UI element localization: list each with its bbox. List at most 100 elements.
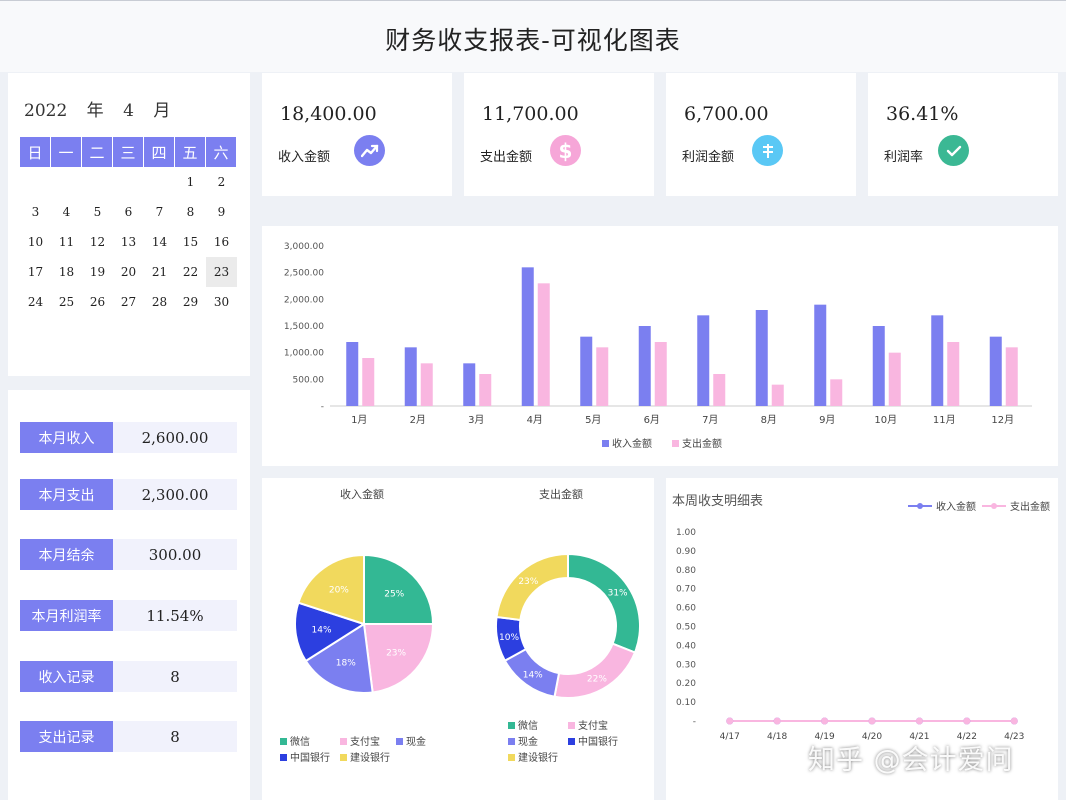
- income-bar[interactable]: [814, 304, 827, 406]
- income-bar[interactable]: [404, 347, 417, 406]
- income-bar[interactable]: [697, 315, 710, 406]
- slice-label: 22%: [587, 675, 607, 685]
- calendar-day[interactable]: 11: [51, 227, 82, 257]
- pie-title: 收入金额: [340, 487, 384, 501]
- calendar-day[interactable]: 5: [82, 197, 113, 227]
- y-tick-label: 0.60: [676, 604, 696, 614]
- calendar-day[interactable]: 24: [20, 287, 51, 317]
- calendar-day[interactable]: 4: [51, 197, 82, 227]
- kpi-label: 利润率: [884, 150, 924, 165]
- line-point[interactable]: [773, 717, 781, 725]
- slice-label: 23%: [518, 577, 538, 587]
- calendar-day[interactable]: 17: [20, 257, 51, 287]
- calendar-day[interactable]: 21: [144, 257, 175, 287]
- calendar-day[interactable]: 26: [82, 287, 113, 317]
- pie-slice[interactable]: [553, 642, 637, 699]
- calendar-day[interactable]: 2: [206, 167, 237, 197]
- expense-bar[interactable]: [830, 379, 843, 406]
- calendar-day[interactable]: 19: [82, 257, 113, 287]
- y-tick-label: 500.00: [293, 375, 325, 385]
- line-point[interactable]: [821, 717, 829, 725]
- x-tick-label: 12月: [991, 414, 1014, 426]
- line-point[interactable]: [915, 717, 923, 725]
- watermark-text: 知乎 @会计爱问: [808, 745, 1014, 776]
- calendar-day[interactable]: 6: [113, 197, 144, 227]
- legend-label: 支付宝: [350, 735, 380, 748]
- calendar-day[interactable]: 23: [206, 257, 237, 287]
- x-tick-label: 4/17: [720, 732, 740, 742]
- expense-bar[interactable]: [479, 374, 492, 406]
- expense-bar[interactable]: [537, 283, 550, 406]
- income-bar[interactable]: [931, 315, 944, 406]
- calendar-day[interactable]: 7: [144, 197, 175, 227]
- income-bar[interactable]: [580, 336, 593, 406]
- calendar-weekday: 六: [206, 137, 237, 167]
- line-point[interactable]: [726, 717, 734, 725]
- calendar-day[interactable]: 18: [51, 257, 82, 287]
- expense-bar[interactable]: [596, 347, 609, 406]
- calendar-day[interactable]: 3: [20, 197, 51, 227]
- calendar-day[interactable]: 16: [206, 227, 237, 257]
- legend-label: 收入金额: [936, 500, 976, 513]
- expense-bar[interactable]: [654, 342, 667, 406]
- calendar-day[interactable]: 15: [175, 227, 206, 257]
- income-bar[interactable]: [463, 363, 476, 406]
- income-bar[interactable]: [872, 326, 885, 406]
- income-bar[interactable]: [521, 267, 534, 406]
- calendar-day[interactable]: 8: [175, 197, 206, 227]
- expense-bar[interactable]: [420, 363, 433, 406]
- calendar-day[interactable]: 25: [51, 287, 82, 317]
- expense-bar[interactable]: [947, 342, 960, 406]
- calendar-empty-day: [82, 167, 113, 197]
- expense-bar[interactable]: [713, 374, 726, 406]
- calendar-day[interactable]: 9: [206, 197, 237, 227]
- line-point[interactable]: [963, 717, 971, 725]
- x-tick-label: 4月: [527, 414, 543, 426]
- legend-label: 微信: [290, 735, 310, 748]
- legend-swatch: [568, 722, 575, 729]
- expense-bar[interactable]: [362, 358, 375, 406]
- line-point[interactable]: [1010, 717, 1018, 725]
- summary-label: 收入记录: [20, 661, 113, 692]
- calendar-day[interactable]: 14: [144, 227, 175, 257]
- summary-value: 11.54%: [113, 600, 237, 631]
- income-bar[interactable]: [346, 342, 359, 406]
- x-tick-label: 2月: [410, 414, 426, 426]
- bar-chart-panel: 3,000.00 2,500.00 2,000.00 1,500.00 1,000.00…: [262, 226, 1058, 466]
- income-bar[interactable]: [638, 326, 651, 406]
- legend-swatch: [508, 722, 515, 729]
- expense-bar[interactable]: [1005, 347, 1018, 406]
- legend-swatch: [280, 738, 287, 745]
- legend-label: 中国银行: [578, 735, 618, 748]
- expense-bar[interactable]: [888, 352, 901, 406]
- calendar-day[interactable]: 12: [82, 227, 113, 257]
- summary-value: 2,600.00: [113, 422, 237, 453]
- legend-label: 收入金额: [612, 437, 652, 450]
- calendar-day[interactable]: 1: [175, 167, 206, 197]
- calendar-empty-day: [20, 167, 51, 197]
- pie-title: 支出金额: [539, 487, 583, 501]
- line-point[interactable]: [868, 717, 876, 725]
- calendar-day[interactable]: 28: [144, 287, 175, 317]
- calendar-day[interactable]: 30: [206, 287, 237, 317]
- summary-label: 支出记录: [20, 721, 113, 752]
- monthly-bar-chart: 3,000.00 2,500.00 2,000.00 1,500.00 1,000.00…: [284, 242, 1032, 450]
- calendar-day[interactable]: 10: [20, 227, 51, 257]
- expense-bar[interactable]: [771, 384, 784, 406]
- pie-slice[interactable]: [567, 552, 641, 654]
- calendar-weekday: 五: [175, 137, 206, 167]
- y-tick-label: 0.50: [676, 623, 696, 633]
- income-bar[interactable]: [989, 336, 1002, 406]
- x-tick-label: 3月: [468, 414, 484, 426]
- calendar-day[interactable]: 27: [113, 287, 144, 317]
- calendar-day[interactable]: 13: [113, 227, 144, 257]
- income-bar[interactable]: [755, 310, 768, 406]
- kpi-card: 6,700.00 利润金额: [666, 73, 856, 196]
- calendar-day[interactable]: 22: [175, 257, 206, 287]
- x-tick-label: 7月: [702, 414, 718, 426]
- legend-swatch: [568, 738, 575, 745]
- calendar-weekday: 三: [113, 137, 144, 167]
- summary-label: 本月结余: [20, 539, 113, 570]
- calendar-day[interactable]: 20: [113, 257, 144, 287]
- calendar-day[interactable]: 29: [175, 287, 206, 317]
